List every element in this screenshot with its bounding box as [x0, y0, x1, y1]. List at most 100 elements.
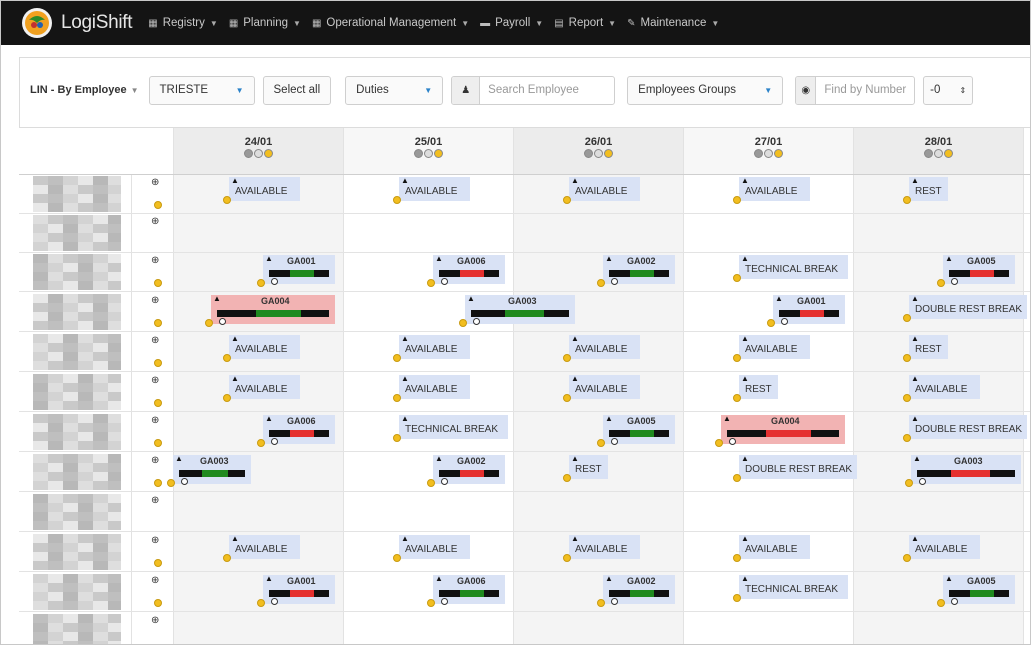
shift-status-label[interactable]: ▲ AVAILABLE [739, 334, 810, 359]
find-by-number-input[interactable]: Find by Number [816, 84, 914, 96]
person-icon: ▲ [435, 254, 443, 263]
duty-shift-block[interactable]: ▲ GA002 [603, 254, 675, 285]
day-header[interactable]: 28/01 [853, 128, 1023, 174]
duty-shift-block[interactable]: ▲ GA004 [211, 294, 335, 325]
person-icon: ▲ [571, 334, 579, 343]
zoom-icon[interactable]: ⊕ [151, 575, 159, 586]
clock-icon [611, 438, 618, 445]
nav-payroll[interactable]: ▬ Payroll ▼ [480, 17, 543, 29]
location-select[interactable]: TRIESTE ▼ [148, 75, 255, 105]
duty-shift-block[interactable]: ▲ GA003 [465, 294, 575, 325]
day-header[interactable]: 26/01 [513, 128, 683, 174]
stepper-arrows-icon[interactable]: ⇕ [959, 86, 966, 95]
shift-status-label[interactable]: ▲ DOUBLE REST BREAK [739, 454, 857, 479]
person-icon: ▲ [911, 414, 919, 423]
shift-status-label[interactable]: ▲ AVAILABLE [399, 374, 470, 399]
shift-status-label[interactable]: ▲ AVAILABLE [399, 334, 470, 359]
employees-groups-select[interactable]: Employees Groups ▼ [627, 75, 784, 105]
clock-icon [781, 318, 788, 325]
person-icon: ▲ [571, 454, 579, 463]
person-icon: ▲ [741, 454, 749, 463]
status-warning-dot [903, 394, 911, 402]
search-employee-input[interactable]: Search Employee [480, 84, 587, 96]
search-employee-field[interactable]: ♟ Search Employee [451, 75, 616, 105]
duty-shift-block[interactable]: ▲ GA006 [433, 574, 505, 605]
duty-shift-block[interactable]: ▲ GA001 [263, 254, 335, 285]
duties-select[interactable]: Duties ▼ [345, 75, 444, 105]
shift-status-label[interactable]: ▲ AVAILABLE [229, 334, 300, 359]
day-header[interactable]: 24/01 [173, 128, 343, 174]
duty-shift-block[interactable]: ▲ GA006 [433, 254, 505, 285]
brand-name[interactable]: LogiShift [61, 12, 133, 34]
status-warning-dot [154, 279, 162, 287]
duty-shift-block[interactable]: ▲ GA006 [263, 414, 335, 445]
status-warning-dot [154, 439, 162, 447]
shift-status-label[interactable]: ▲ AVAILABLE [569, 374, 640, 399]
duty-shift-block[interactable]: ▲ GA003 [911, 454, 1021, 485]
day-header[interactable]: 27/01 [683, 128, 853, 174]
shift-status-label[interactable]: ▲ REST [909, 334, 949, 359]
duty-shift-block[interactable]: ▲ GA002 [433, 454, 505, 485]
shift-status-label[interactable]: ▲ REST [569, 454, 609, 479]
shift-status-label[interactable]: ▲ REST [739, 374, 779, 399]
shift-status-label[interactable]: ▲ AVAILABLE [739, 534, 810, 559]
shift-status-label[interactable]: ▲ DOUBLE REST BREAK [909, 294, 1027, 319]
nav-operational-management[interactable]: ▦ Operational Management ▼ [312, 17, 469, 29]
shift-status-label[interactable]: ▲ AVAILABLE [569, 334, 640, 359]
status-warning-dot [459, 319, 467, 327]
duty-shift-block[interactable]: ▲ GA005 [943, 574, 1015, 605]
shift-status-label[interactable]: ▲ AVAILABLE [229, 176, 300, 201]
select-all-button[interactable]: Select all [262, 75, 332, 105]
find-by-number-field[interactable]: ◉ Find by Number [795, 75, 916, 105]
caret-down-icon: ▼ [711, 18, 720, 28]
nav-planning[interactable]: ▦ Planning ▼ [229, 17, 301, 29]
zoom-icon[interactable]: ⊕ [151, 615, 159, 626]
shift-status-label[interactable]: ▲ DOUBLE REST BREAK [909, 414, 1027, 439]
duty-shift-block[interactable]: ▲ GA001 [773, 294, 845, 325]
status-warning-dot [597, 279, 605, 287]
zoom-icon[interactable]: ⊕ [151, 495, 159, 506]
offset-stepper[interactable]: -0 ⇕ [923, 75, 974, 105]
shift-status-label[interactable]: ▲ AVAILABLE [909, 374, 980, 399]
shift-status-label[interactable]: ▲ TECHNICAL BREAK [739, 574, 848, 599]
duty-shift-block[interactable]: ▲ GA005 [603, 414, 675, 445]
status-warning-dot [767, 319, 775, 327]
nav-maintenance[interactable]: ✎ Maintenance ▼ [627, 17, 719, 29]
zoom-icon[interactable]: ⊕ [151, 375, 159, 386]
day-date: 27/01 [754, 136, 783, 148]
logo-icon[interactable] [22, 8, 52, 38]
shift-status-label[interactable]: ▲ AVAILABLE [229, 374, 300, 399]
employee-avatar [33, 454, 121, 490]
nav-report[interactable]: ▤ Report ▼ [554, 17, 616, 29]
nav-registry[interactable]: ▦ Registry ▼ [148, 17, 218, 29]
duty-shift-block[interactable]: ▲ GA004 [721, 414, 845, 445]
zoom-icon[interactable]: ⊕ [151, 455, 159, 466]
shift-status-label[interactable]: ▲ AVAILABLE [909, 534, 980, 559]
duty-shift-block[interactable]: ▲ GA003 [173, 454, 251, 485]
zoom-icon[interactable]: ⊕ [151, 177, 159, 188]
shift-status-label[interactable]: ▲ AVAILABLE [229, 534, 300, 559]
shift-status-label[interactable]: ▲ AVAILABLE [399, 176, 470, 201]
day-header[interactable]: 25/01 [343, 128, 513, 174]
zoom-icon[interactable]: ⊕ [151, 335, 159, 346]
duty-shift-block[interactable]: ▲ GA002 [603, 574, 675, 605]
shift-status-label[interactable]: ▲ AVAILABLE [399, 534, 470, 559]
status-warning-dot [597, 439, 605, 447]
shift-label: AVAILABLE [575, 344, 628, 355]
duty-shift-block[interactable]: ▲ GA001 [263, 574, 335, 605]
status-warning-dot [563, 554, 571, 562]
zoom-icon[interactable]: ⊕ [151, 216, 159, 227]
view-mode-dropdown[interactable]: LIN - By Employee ▼ [30, 84, 139, 96]
zoom-icon[interactable]: ⊕ [151, 415, 159, 426]
shift-status-label[interactable]: ▲ AVAILABLE [739, 176, 810, 201]
shift-status-label[interactable]: ▲ TECHNICAL BREAK [399, 414, 508, 439]
shift-status-label[interactable]: ▲ REST [909, 176, 949, 201]
duty-shift-block[interactable]: ▲ GA005 [943, 254, 1015, 285]
zoom-icon[interactable]: ⊕ [151, 295, 159, 306]
shift-status-label[interactable]: ▲ AVAILABLE [569, 534, 640, 559]
shift-status-label[interactable]: ▲ AVAILABLE [569, 176, 640, 201]
zoom-icon[interactable]: ⊕ [151, 535, 159, 546]
shift-status-label[interactable]: ▲ TECHNICAL BREAK [739, 254, 848, 279]
avatar-pixel [78, 203, 94, 212]
zoom-icon[interactable]: ⊕ [151, 255, 159, 266]
